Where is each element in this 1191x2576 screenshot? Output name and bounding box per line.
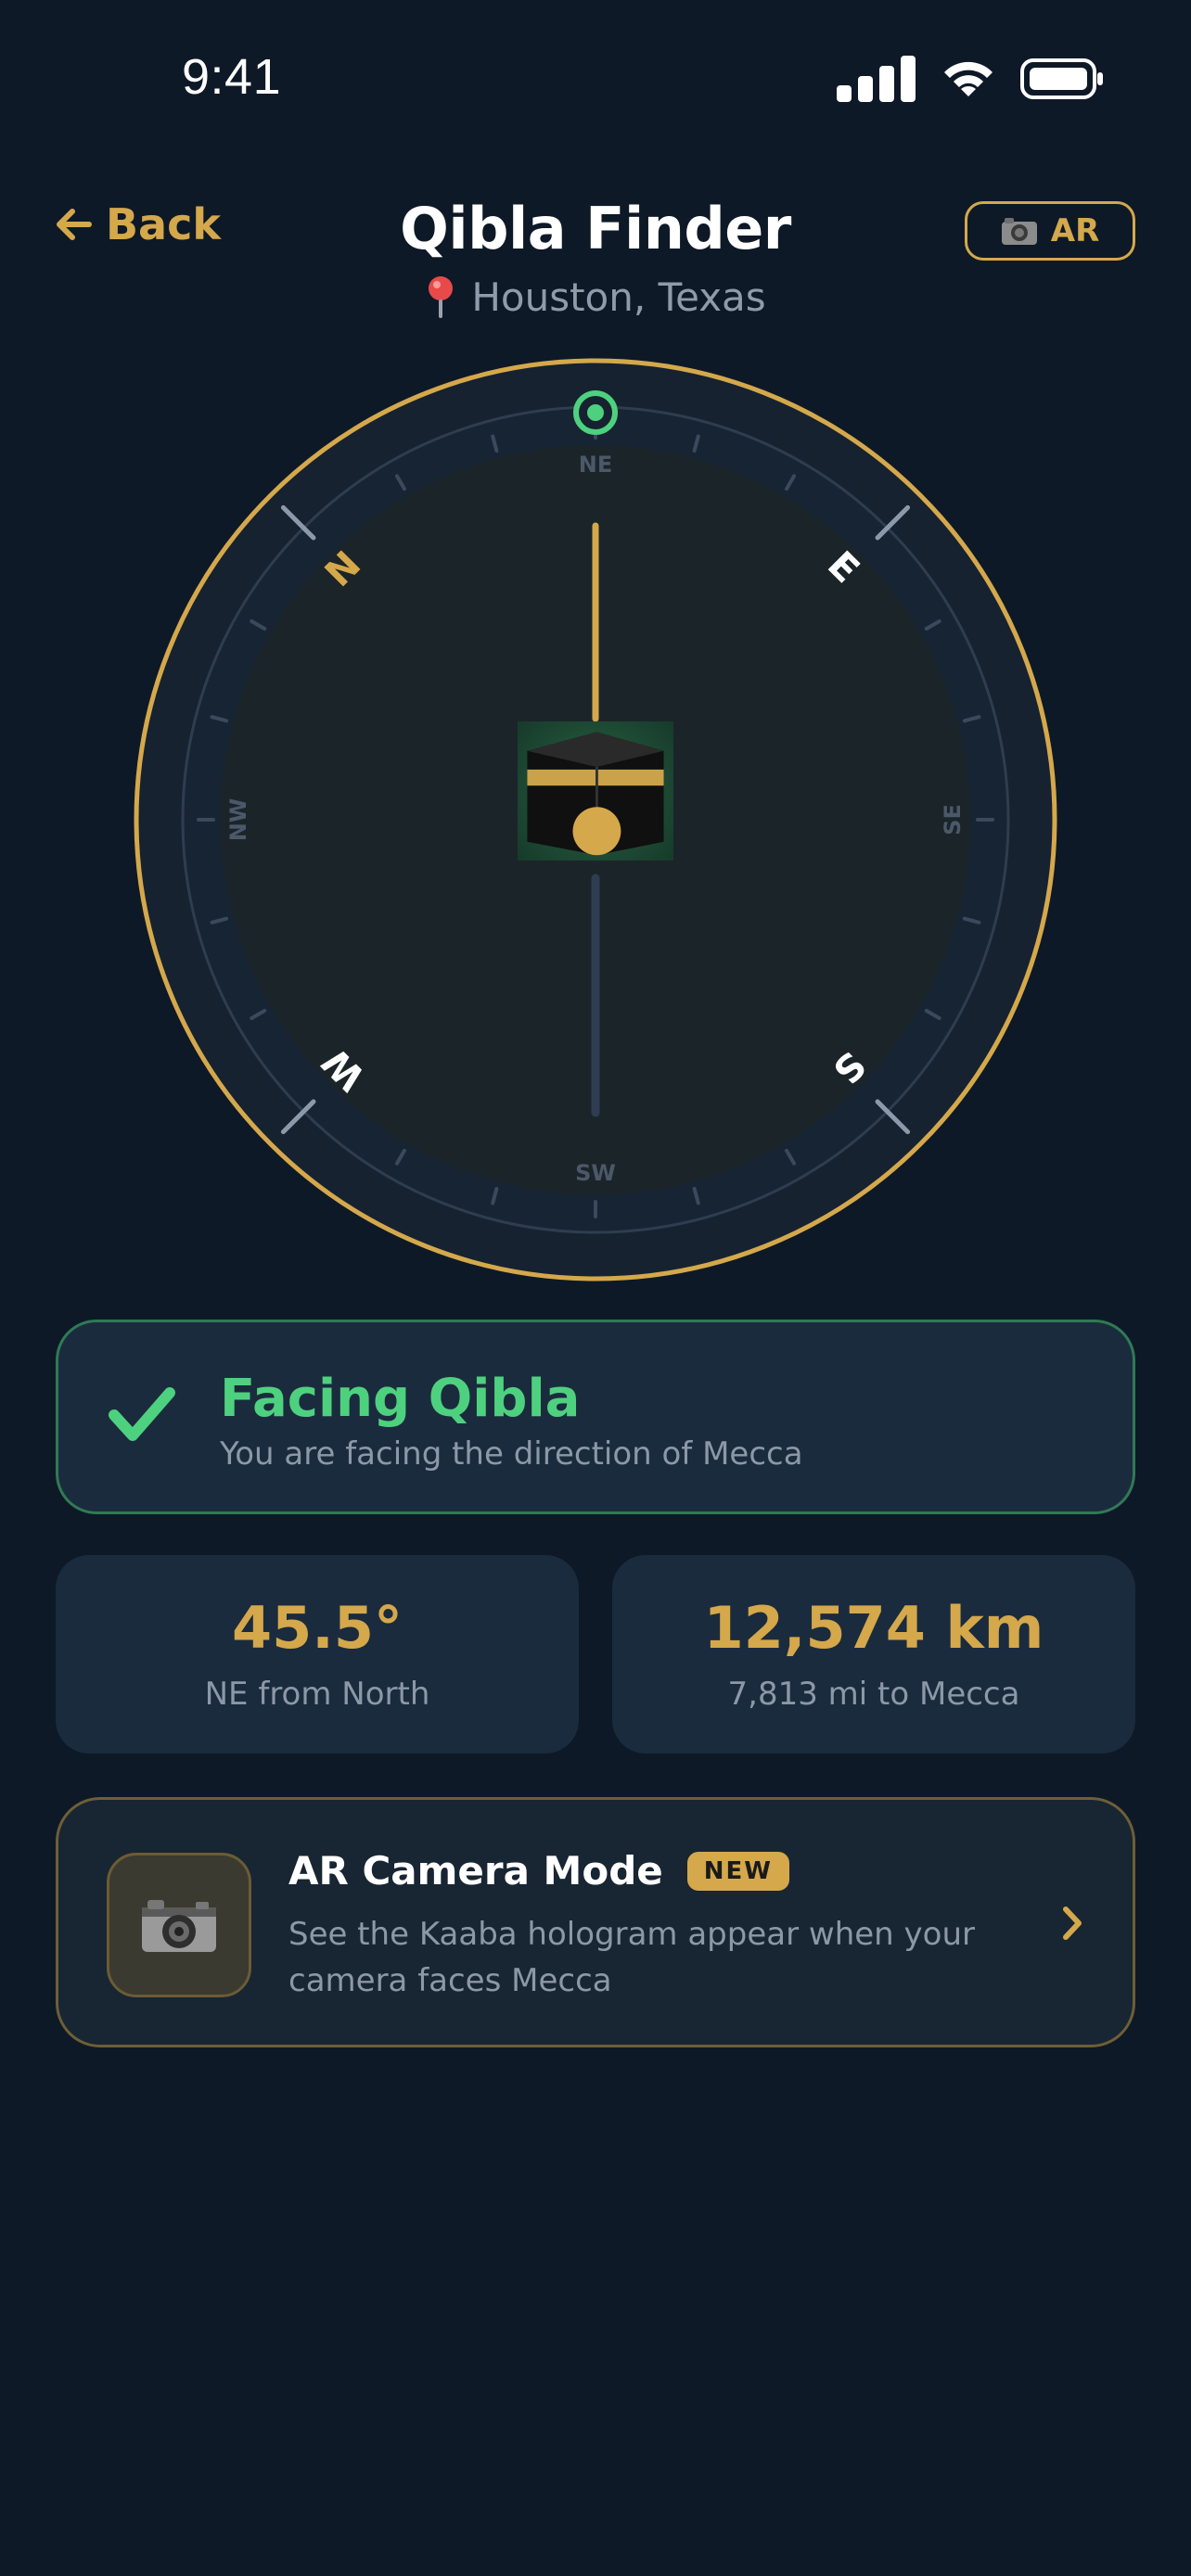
compass-label-sw: SW bbox=[575, 1160, 616, 1186]
camera-icon bbox=[142, 1900, 216, 1952]
target-dot-icon bbox=[573, 390, 618, 435]
qibla-status-card: Facing Qibla You are facing the directio… bbox=[56, 1320, 1135, 1514]
distance-value: 12,574 km bbox=[703, 1594, 1044, 1662]
location-label: Houston, Texas bbox=[0, 274, 1191, 320]
distance-stat-card: 12,574 km 7,813 mi to Mecca bbox=[612, 1555, 1135, 1753]
ar-camera-icon-box bbox=[107, 1853, 251, 1997]
bearing-stat-card: 45.5° NE from North bbox=[56, 1555, 579, 1753]
ar-mode-button[interactable]: AR bbox=[965, 201, 1135, 261]
ar-card-description: See the Kaaba hologram appear when your … bbox=[288, 1916, 975, 1999]
location-text: Houston, Texas bbox=[471, 274, 766, 320]
ar-button-label: AR bbox=[1050, 212, 1100, 249]
compass-label-se: SE bbox=[940, 804, 966, 835]
qibla-finder-screen: 9:41 Back Qibla Finder Houston, Texas AR… bbox=[0, 0, 1191, 2576]
battery-icon bbox=[1020, 58, 1103, 99]
distance-label: 7,813 mi to Mecca bbox=[727, 1676, 1020, 1713]
chevron-right-icon bbox=[1063, 1906, 1082, 1940]
status-icons bbox=[837, 56, 1104, 102]
status-subtitle: You are facing the direction of Mecca bbox=[220, 1435, 803, 1473]
compass-label-ne: NE bbox=[578, 452, 613, 478]
cellular-signal-icon bbox=[837, 56, 916, 102]
map-pin-icon bbox=[429, 275, 454, 318]
ar-camera-mode-card[interactable]: AR Camera Mode NEW See the Kaaba hologra… bbox=[56, 1797, 1135, 2047]
kaaba-icon bbox=[527, 732, 664, 856]
ar-title-row: AR Camera Mode NEW bbox=[288, 1848, 789, 1894]
ar-card-title: AR Camera Mode bbox=[288, 1848, 663, 1894]
compass: N E S W NE SE SW NW bbox=[130, 357, 1061, 1282]
compass-label-nw: NW bbox=[225, 797, 251, 842]
kaaba-center bbox=[518, 721, 673, 861]
status-title: Facing Qibla bbox=[220, 1369, 581, 1429]
new-badge: NEW bbox=[686, 1851, 789, 1891]
checkmark-icon bbox=[109, 1387, 175, 1441]
camera-icon bbox=[1001, 218, 1037, 245]
wifi-icon bbox=[944, 61, 992, 96]
bearing-value: 45.5° bbox=[232, 1594, 403, 1662]
bearing-label: NE from North bbox=[204, 1676, 430, 1713]
status-time: 9:41 bbox=[182, 49, 282, 105]
